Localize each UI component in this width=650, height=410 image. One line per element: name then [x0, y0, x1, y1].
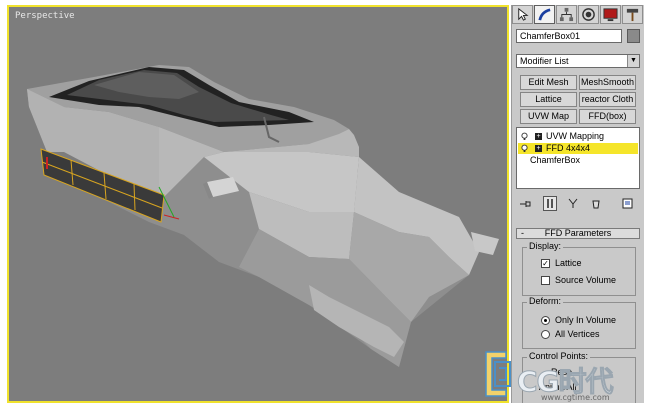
make-unique-icon — [568, 198, 578, 208]
lattice-checkbox[interactable]: ✓ — [541, 259, 550, 268]
utilities-tab[interactable] — [622, 5, 643, 24]
stack-item-label: UVW Mapping — [546, 131, 605, 141]
configure-sets-icon — [622, 198, 632, 209]
modifier-stack: + UVW Mapping + FFD 4x4x4 ChamferBox — [516, 127, 640, 189]
make-unique-button[interactable] — [566, 196, 580, 211]
only-in-volume-radio[interactable] — [541, 316, 550, 325]
lattice-button[interactable]: Lattice — [520, 92, 577, 107]
create-tab[interactable] — [512, 5, 533, 24]
collapse-icon: - — [521, 228, 524, 238]
motion-tab[interactable] — [578, 5, 599, 24]
rollout-title: FFD Parameters — [544, 228, 612, 238]
perspective-viewport[interactable]: Perspective — [7, 5, 509, 403]
only-in-volume-label: Only In Volume — [555, 315, 617, 325]
hierarchy-icon — [559, 7, 574, 22]
create-cursor-icon — [518, 7, 529, 21]
display-group: Display: ✓ Lattice Source Volume — [522, 241, 636, 296]
show-end-result-icon — [547, 199, 553, 208]
expand-plus-icon[interactable]: + — [535, 133, 542, 140]
modify-tab[interactable] — [534, 5, 555, 24]
source-volume-checkbox[interactable] — [541, 276, 550, 285]
lightbulb-icon[interactable] — [521, 132, 528, 141]
edit-mesh-button[interactable]: Edit Mesh — [520, 75, 577, 90]
hierarchy-tab[interactable] — [556, 5, 577, 24]
motion-icon — [582, 8, 595, 21]
lightbulb-icon[interactable] — [521, 144, 528, 153]
show-end-result-button[interactable] — [543, 196, 557, 211]
display-monitor-icon — [603, 8, 618, 22]
cgtime-logo-icon — [485, 351, 511, 397]
modifier-list-dropdown[interactable]: Modifier List ▼ — [516, 54, 640, 68]
all-vertices-radio[interactable] — [541, 330, 550, 339]
object-name-field[interactable]: ChamferBox01 — [516, 29, 622, 43]
expand-plus-icon[interactable]: + — [535, 145, 542, 152]
viewport-scene — [27, 65, 499, 367]
lattice-label: Lattice — [555, 258, 582, 268]
stack-item-label: ChamferBox — [530, 155, 581, 165]
deform-group-title: Deform: — [527, 296, 564, 307]
configure-modifier-sets-button[interactable] — [620, 196, 634, 211]
command-panel: ChamferBox01 Modifier List ▼ Edit Mesh M… — [511, 5, 644, 403]
stack-item-label: FFD 4x4x4 — [546, 143, 591, 153]
ffd-parameters-rollout-header[interactable]: - FFD Parameters — [516, 228, 640, 239]
utilities-hammer-icon — [626, 8, 639, 22]
stack-toolbar — [516, 195, 640, 213]
deform-group: Deform: Only In Volume All Vertices — [522, 296, 636, 349]
modify-bend-icon — [538, 8, 551, 21]
display-tab[interactable] — [600, 5, 621, 24]
stack-item-uvw-mapping[interactable]: + UVW Mapping — [518, 131, 638, 142]
uvw-map-button[interactable]: UVW Map — [520, 109, 577, 124]
source-volume-label: Source Volume — [555, 275, 617, 285]
object-color-swatch[interactable] — [627, 29, 640, 43]
stack-item-chamferbox[interactable]: ChamferBox — [518, 155, 638, 166]
reactor-cloth-button[interactable]: reactor Cloth — [579, 92, 636, 107]
remove-modifier-icon — [592, 200, 600, 209]
display-group-title: Display: — [527, 241, 564, 252]
remove-modifier-button[interactable] — [589, 196, 603, 211]
stack-item-ffd-4x4x4[interactable]: + FFD 4x4x4 — [518, 143, 638, 154]
chamferbox-model — [27, 65, 499, 367]
all-vertices-label: All Vertices — [555, 329, 600, 339]
pin-icon — [520, 200, 531, 207]
watermark-url: www.cgtime.com — [541, 393, 610, 402]
ffd-box-button[interactable]: FFD(box) — [579, 109, 636, 124]
command-panel-tabs — [512, 5, 644, 25]
modifier-list-label: Modifier List — [520, 56, 569, 66]
meshsmooth-button[interactable]: MeshSmooth — [579, 75, 636, 90]
chevron-down-icon: ▼ — [627, 55, 639, 67]
pin-stack-button[interactable] — [518, 196, 532, 211]
